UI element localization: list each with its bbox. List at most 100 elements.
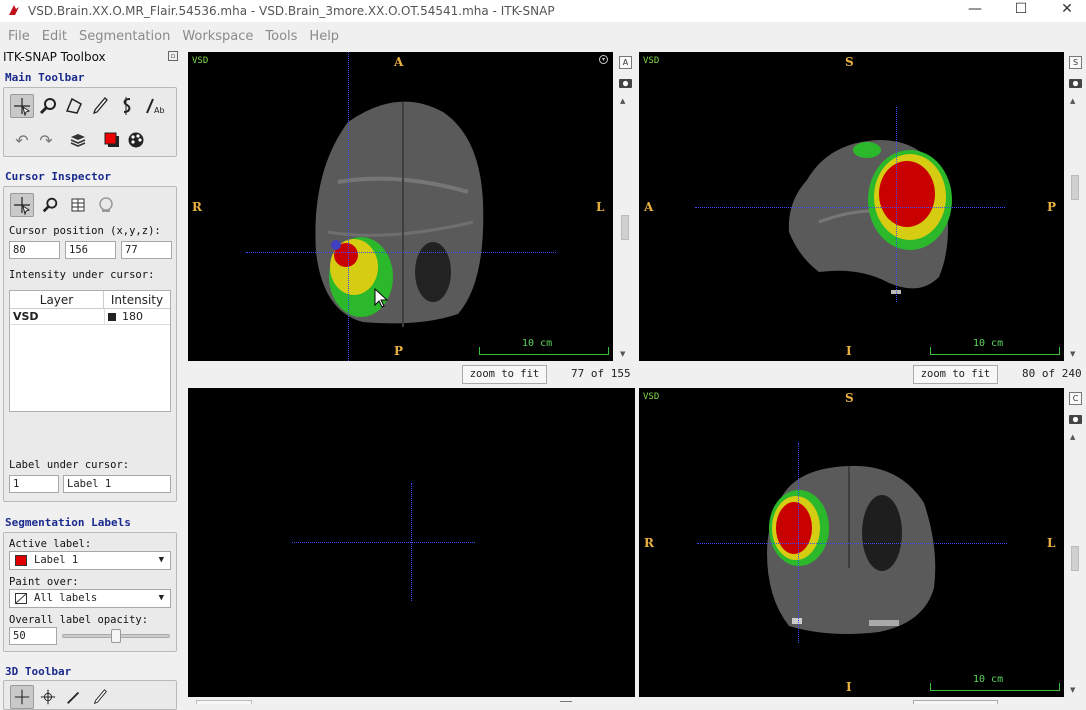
- undo-icon[interactable]: ↶: [10, 128, 34, 152]
- 3d-render-view[interactable]: [188, 388, 635, 697]
- close-button[interactable]: ✕: [1044, 0, 1086, 22]
- crosshair-horizontal: [695, 207, 1005, 208]
- paintbrush-tool-icon[interactable]: [88, 94, 112, 118]
- menu-file[interactable]: File: [2, 29, 36, 44]
- crosshair-tool-icon[interactable]: [10, 94, 34, 118]
- crosshair-vertical: [348, 52, 349, 361]
- all-labels-icon: [15, 593, 27, 604]
- window-title: VSD.Brain.XX.O.MR_Flair.54536.mha - VSD.…: [28, 4, 555, 18]
- active-label-dropdown[interactable]: Label 1 ▼: [9, 551, 171, 570]
- view-menu-icon[interactable]: ▾: [599, 55, 608, 64]
- intensity-swatch: [108, 313, 116, 321]
- inspector-crosshair-icon[interactable]: [10, 193, 34, 217]
- axial-slice-scrollbar[interactable]: ▲ ▼: [619, 95, 631, 361]
- orientation-right: L: [1047, 536, 1056, 550]
- label-under-cursor-caption: Label under cursor:: [9, 459, 130, 471]
- cursor-x-field[interactable]: 80: [9, 241, 60, 259]
- layer-label: VSD: [192, 56, 209, 66]
- axial-view[interactable]: VSD A P R L ▾ 10 cm: [188, 52, 613, 361]
- toolbox-title: ITK-SNAP Toolbox: [3, 50, 106, 64]
- 3d-toolbar-title: 3D Toolbar: [5, 665, 72, 678]
- coronal-layout-button[interactable]: C: [1069, 392, 1082, 405]
- orientation-top: S: [845, 55, 854, 69]
- svg-text:Ab: Ab: [154, 106, 165, 115]
- intensity-value: 180: [122, 310, 143, 323]
- maximize-button[interactable]: ☐: [998, 0, 1044, 22]
- orientation-left: A: [644, 200, 654, 214]
- column-header-intensity[interactable]: Intensity: [104, 291, 170, 309]
- paint-over-dropdown[interactable]: All labels ▼: [9, 589, 171, 608]
- cursor-y-field[interactable]: 156: [65, 241, 116, 259]
- snake-tool-icon[interactable]: [114, 94, 138, 118]
- menu-bar: File Edit Segmentation Workspace Tools H…: [0, 25, 1086, 47]
- sagittal-scroll-thumb[interactable]: [1071, 175, 1079, 200]
- minimize-button[interactable]: —: [952, 0, 998, 22]
- cursor-position-label: Cursor position (x,y,z):: [9, 225, 161, 237]
- menu-edit[interactable]: Edit: [36, 29, 73, 44]
- toolbox-panel: ITK-SNAP Toolbox ▫ Main Toolbar Ab ↶ ↷ C…: [0, 47, 184, 710]
- cursor-inspector-panel: Cursor position (x,y,z): 80 156 77 Inten…: [3, 186, 177, 502]
- table-view-icon[interactable]: [66, 193, 90, 217]
- zoom-tool-icon[interactable]: [36, 94, 60, 118]
- scale-bar: [479, 347, 609, 355]
- column-header-layer[interactable]: Layer: [10, 291, 104, 309]
- opacity-caption: Overall label opacity:: [9, 614, 149, 626]
- coronal-slice-scrollbar[interactable]: ▲ ▼: [1069, 431, 1081, 697]
- brain-view-icon[interactable]: [94, 193, 118, 217]
- menu-tools[interactable]: Tools: [259, 29, 303, 44]
- segmentation-labels-panel: Active label: Label 1 ▼ Paint over: All …: [3, 532, 177, 652]
- annotation-tool-icon[interactable]: Ab: [142, 94, 166, 118]
- crosshair-vertical: [798, 443, 799, 643]
- label-id-field[interactable]: 1: [9, 475, 59, 493]
- table-row[interactable]: VSD 180: [10, 309, 170, 325]
- inspector-zoom-icon[interactable]: [38, 193, 62, 217]
- layers-icon[interactable]: [66, 128, 90, 152]
- axial-layout-button[interactable]: A: [619, 56, 632, 69]
- sagittal-slice-scrollbar[interactable]: ▲ ▼: [1069, 95, 1081, 361]
- sagittal-layout-button[interactable]: S: [1069, 56, 1082, 69]
- undock-icon[interactable]: ▫: [168, 51, 178, 61]
- axial-zoom-to-fit-button[interactable]: zoom to fit: [462, 365, 547, 384]
- axial-snapshot-camera-icon[interactable]: [619, 77, 632, 91]
- opacity-slider-handle[interactable]: [111, 629, 121, 643]
- coronal-view[interactable]: VSD S I R L 10 cm: [639, 388, 1064, 697]
- 3d-axis-horizontal: [292, 542, 475, 543]
- itksnap-logo-icon: [6, 3, 22, 19]
- menu-help[interactable]: Help: [303, 29, 345, 44]
- sagittal-view[interactable]: VSD S I A P 10 cm: [639, 52, 1064, 361]
- label-color-icon[interactable]: [100, 128, 124, 152]
- polygon-tool-icon[interactable]: [62, 94, 86, 118]
- 3d-spraypaint-tool-icon[interactable]: [88, 685, 112, 709]
- orientation-right: P: [1047, 200, 1057, 214]
- coronal-zoom-to-fit-button-edge[interactable]: [913, 700, 998, 704]
- coronal-snapshot-camera-icon[interactable]: [1069, 413, 1082, 427]
- axial-scroll-thumb[interactable]: [621, 215, 629, 240]
- sagittal-zoom-to-fit-button[interactable]: zoom to fit: [913, 365, 998, 384]
- axial-slice-counter: 77 of 155: [571, 367, 631, 380]
- scroll-up-arrow-icon[interactable]: ▲: [1070, 433, 1075, 441]
- scroll-up-arrow-icon[interactable]: ▲: [620, 97, 625, 105]
- menu-segmentation[interactable]: Segmentation: [73, 29, 176, 44]
- menu-workspace[interactable]: Workspace: [176, 29, 259, 44]
- 3d-scalpel-tool-icon[interactable]: [62, 685, 86, 709]
- 3d-crosshair-tool-icon[interactable]: [10, 685, 34, 709]
- coronal-scroll-thumb[interactable]: [1071, 546, 1079, 571]
- sagittal-snapshot-camera-icon[interactable]: [1069, 77, 1082, 91]
- scroll-down-arrow-icon[interactable]: ▼: [1070, 350, 1075, 358]
- scroll-up-arrow-icon[interactable]: ▲: [1070, 97, 1075, 105]
- title-bar: VSD.Brain.XX.O.MR_Flair.54536.mha - VSD.…: [0, 0, 1086, 22]
- orientation-bottom: P: [394, 344, 404, 358]
- label-name-field[interactable]: Label 1: [63, 475, 171, 493]
- opacity-field[interactable]: 50: [9, 627, 57, 645]
- orientation-bottom: I: [846, 344, 852, 358]
- scroll-down-arrow-icon[interactable]: ▼: [1070, 686, 1075, 694]
- orientation-top: A: [394, 55, 404, 69]
- crosshair-vertical: [896, 107, 897, 302]
- scroll-down-arrow-icon[interactable]: ▼: [620, 350, 625, 358]
- cursor-inspector-title: Cursor Inspector: [5, 170, 111, 183]
- redo-icon[interactable]: ↷: [34, 128, 58, 152]
- cursor-z-field[interactable]: 77: [121, 241, 172, 259]
- 3d-update-button-edge[interactable]: [196, 700, 252, 704]
- 3d-rotate-tool-icon[interactable]: [36, 685, 60, 709]
- palette-icon[interactable]: [124, 128, 148, 152]
